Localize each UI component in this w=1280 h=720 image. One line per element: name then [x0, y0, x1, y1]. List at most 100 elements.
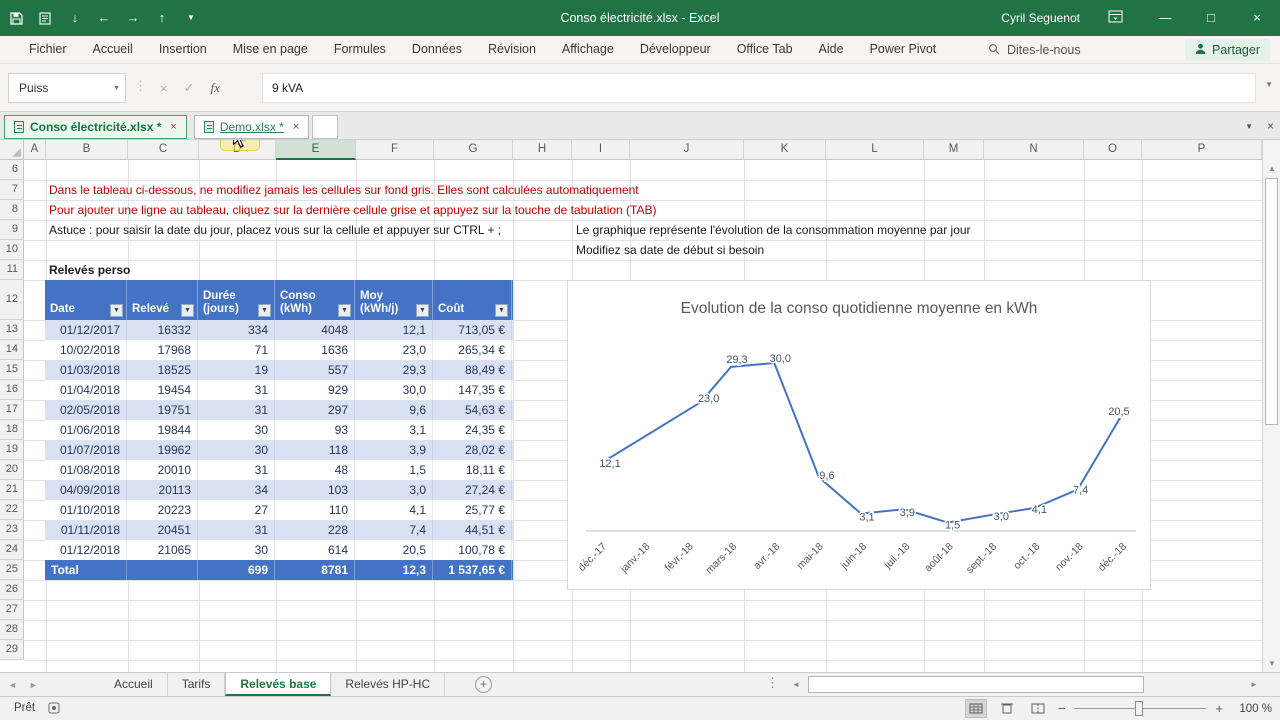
row-header-20[interactable]: 20	[0, 460, 24, 480]
column-header-O[interactable]: O	[1084, 140, 1142, 159]
table-cell[interactable]: 3,0	[355, 480, 433, 500]
ribbon-tab-données[interactable]: Données	[399, 36, 475, 64]
table-cell[interactable]: 10/02/2018	[45, 340, 127, 360]
table-cell[interactable]: 18,11 €	[433, 460, 512, 480]
sheet-tab-tarifs[interactable]: Tarifs	[168, 673, 226, 696]
sheet-tab-accueil[interactable]: Accueil	[100, 673, 168, 696]
cell-note-row7[interactable]: Dans le tableau ci-dessous, ne modifiez …	[49, 180, 639, 200]
table-cell[interactable]: 228	[275, 520, 355, 540]
row-header-14[interactable]: 14	[0, 340, 24, 360]
row-header-21[interactable]: 21	[0, 480, 24, 500]
row-header-10[interactable]: 10	[0, 240, 24, 260]
workbook-tab-close-icon[interactable]: ×	[1267, 119, 1274, 133]
page-break-view-icon[interactable]	[1027, 699, 1049, 718]
save-icon[interactable]	[10, 11, 24, 25]
ribbon-tab-power-pivot[interactable]: Power Pivot	[857, 36, 950, 64]
sheet-nav-left-icon[interactable]: ◄	[8, 680, 17, 690]
table-cell[interactable]: 27	[198, 500, 275, 520]
table-cell[interactable]: 71	[198, 340, 275, 360]
table-header-3[interactable]: Conso (kWh) ▼	[275, 280, 355, 320]
row-header-7[interactable]: 7	[0, 180, 24, 200]
table-cell[interactable]: 48	[275, 460, 355, 480]
column-header-L[interactable]: L	[826, 140, 924, 159]
page-layout-view-icon[interactable]	[996, 699, 1018, 718]
table-cell[interactable]: 01/07/2018	[45, 440, 127, 460]
row-header-23[interactable]: 23	[0, 520, 24, 540]
document-icon[interactable]	[39, 11, 53, 25]
new-sheet-button[interactable]: +	[475, 676, 492, 693]
scroll-right-icon[interactable]: ►	[1246, 673, 1262, 696]
table-cell[interactable]: 713,05 €	[433, 320, 512, 340]
scroll-down-icon[interactable]: ▼	[1263, 655, 1280, 672]
table-total-cell[interactable]: Total	[45, 560, 127, 580]
vertical-scrollbar[interactable]: ▲ ▼	[1262, 140, 1280, 672]
table-cell[interactable]: 20223	[127, 500, 198, 520]
zoom-in-icon[interactable]: +	[1215, 701, 1223, 716]
column-header-H[interactable]: H	[513, 140, 572, 159]
table-cell[interactable]: 20113	[127, 480, 198, 500]
qat-customize-icon[interactable]: ▼	[184, 0, 198, 36]
table-cell[interactable]: 01/03/2018	[45, 360, 127, 380]
table-cell[interactable]: 34	[198, 480, 275, 500]
zoom-slider[interactable]	[1074, 697, 1207, 720]
ribbon-tab-développeur[interactable]: Développeur	[627, 36, 724, 64]
cancel-entry-icon[interactable]: ×	[160, 81, 168, 96]
user-name[interactable]: Cyril Seguenot	[1001, 11, 1080, 25]
row-header-27[interactable]: 27	[0, 600, 24, 620]
table-cell[interactable]: 25,77 €	[433, 500, 512, 520]
row-header-19[interactable]: 19	[0, 440, 24, 460]
chart-line-series[interactable]	[600, 362, 1122, 524]
column-header-F[interactable]: F	[356, 140, 434, 159]
table-cell[interactable]: 103	[275, 480, 355, 500]
row-header-12[interactable]: 12	[0, 280, 24, 320]
table-total-cell[interactable]	[127, 560, 198, 580]
vertical-scroll-thumb[interactable]	[1265, 178, 1278, 425]
cell-note-row9-right[interactable]: Le graphique représente l'évolution de l…	[576, 220, 971, 240]
table-total-cell[interactable]: 1 537,65 €	[433, 560, 512, 580]
table-cell[interactable]: 27,24 €	[433, 480, 512, 500]
table-cell[interactable]: 20,5	[355, 540, 433, 560]
table-cell[interactable]: 93	[275, 420, 355, 440]
minimize-button[interactable]: —	[1142, 0, 1188, 36]
table-cell[interactable]: 3,9	[355, 440, 433, 460]
column-header-K[interactable]: K	[744, 140, 826, 159]
zoom-slider-thumb[interactable]	[1135, 701, 1144, 716]
table-cell[interactable]: 24,35 €	[433, 420, 512, 440]
filter-button-icon[interactable]: ▼	[416, 304, 429, 317]
zoom-level[interactable]: 100 %	[1232, 703, 1272, 715]
table-cell[interactable]: 01/04/2018	[45, 380, 127, 400]
row-header-6[interactable]: 6	[0, 160, 24, 180]
row-header-22[interactable]: 22	[0, 500, 24, 520]
ribbon-tab-révision[interactable]: Révision	[475, 36, 549, 64]
name-box[interactable]: Puiss ▼	[8, 73, 126, 103]
table-header-4[interactable]: Moy (kWh/j) ▼	[355, 280, 433, 320]
table-cell[interactable]: 19	[198, 360, 275, 380]
table-cell[interactable]: 88,49 €	[433, 360, 512, 380]
workbook-tab-0[interactable]: Conso électricité.xlsx * ×	[4, 115, 187, 139]
cell-note-row10-right[interactable]: Modifiez sa date de début si besoin	[576, 240, 764, 260]
table-cell[interactable]: 16332	[127, 320, 198, 340]
row-header-18[interactable]: 18	[0, 420, 24, 440]
row-header-28[interactable]: 28	[0, 620, 24, 640]
table-cell[interactable]: 21065	[127, 540, 198, 560]
scroll-left-icon[interactable]: ◄	[788, 673, 804, 696]
select-all-corner[interactable]	[0, 140, 24, 159]
column-header-G[interactable]: G	[434, 140, 513, 159]
macro-record-icon[interactable]	[48, 702, 60, 717]
column-header-N[interactable]: N	[984, 140, 1084, 159]
row-header-25[interactable]: 25	[0, 560, 24, 580]
normal-view-icon[interactable]	[964, 699, 987, 718]
insert-function-icon[interactable]: fx	[211, 80, 220, 96]
table-total-cell[interactable]: 12,3	[355, 560, 433, 580]
table-cell[interactable]: 31	[198, 400, 275, 420]
table-cell[interactable]: 44,51 €	[433, 520, 512, 540]
filter-button-icon[interactable]: ▼	[181, 304, 194, 317]
table-cell[interactable]: 31	[198, 380, 275, 400]
table-cell[interactable]: 01/10/2018	[45, 500, 127, 520]
sheet-tab-relevés-base[interactable]: Relevés base	[225, 673, 332, 696]
maximize-button[interactable]: □	[1188, 0, 1234, 36]
row-header-16[interactable]: 16	[0, 380, 24, 400]
row-header-24[interactable]: 24	[0, 540, 24, 560]
ribbon-tab-office-tab[interactable]: Office Tab	[724, 36, 806, 64]
table-cell[interactable]: 01/08/2018	[45, 460, 127, 480]
